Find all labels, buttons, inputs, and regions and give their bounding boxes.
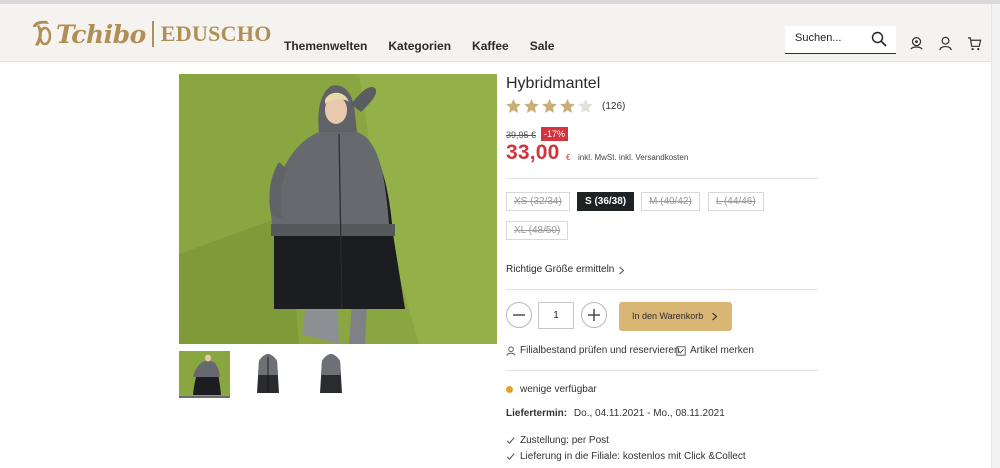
nav-kategorien[interactable]: Kategorien (388, 39, 451, 53)
chevron-right-icon (712, 312, 718, 321)
size-option-l[interactable]: L (44/46) (708, 192, 764, 211)
site-header: Tchibo EDUSCHO Themenwelten Kategorien K… (0, 4, 1000, 62)
nav-kaffee[interactable]: Kaffee (472, 39, 509, 53)
wishlist-label: Artikel merken (690, 345, 754, 356)
divider (506, 178, 818, 179)
search-box (785, 26, 896, 54)
logo[interactable]: Tchibo EDUSCHO (30, 16, 272, 52)
review-count[interactable]: (126) (602, 101, 625, 112)
size-option-m[interactable]: M (40/42) (641, 192, 700, 211)
current-price: 33,00 (506, 141, 560, 164)
quantity-increase-button[interactable] (581, 302, 607, 328)
checkbox-icon (676, 345, 686, 356)
nav-themenwelten[interactable]: Themenwelten (284, 39, 367, 53)
minus-icon (513, 314, 525, 316)
discount-badge: -17% (541, 127, 569, 141)
store-stock-link[interactable]: Filialbestand prüfen und reservieren (506, 345, 680, 356)
product-main-image[interactable] (179, 74, 497, 344)
wishlist-link[interactable]: Artikel merken (676, 345, 754, 356)
thumbnail-model[interactable] (179, 351, 230, 398)
price-note: inkl. MwSt. inkl. Versandkosten (578, 153, 689, 162)
add-to-cart-label: In den Warenkorb (632, 311, 704, 321)
store-locator-icon[interactable] (909, 36, 924, 51)
size-option-xl[interactable]: XL (48/50) (506, 221, 569, 240)
product-title: Hybridmantel (506, 75, 601, 92)
store-person-icon (506, 346, 516, 356)
account-icon[interactable] (938, 36, 953, 51)
chevron-right-icon (619, 266, 625, 275)
page-scrollbar[interactable] (991, 4, 1000, 468)
tchibo-bean-icon (30, 19, 52, 49)
size-option-xs[interactable]: XS (32/34) (506, 192, 570, 211)
star-empty-icon (578, 99, 593, 113)
availability-status: wenige verfügbar (506, 384, 597, 395)
quantity-input[interactable]: 1 (538, 302, 574, 329)
divider (506, 370, 818, 371)
shipping-option: Lieferung in die Filiale: kostenlos mit … (506, 451, 746, 462)
search-input[interactable] (795, 32, 869, 44)
star-full-icon (560, 99, 575, 113)
star-full-icon (524, 99, 539, 113)
logo-tchibo: Tchibo (56, 19, 146, 49)
divider (506, 289, 818, 290)
plus-icon (588, 309, 600, 321)
delivery-date: Liefertermin: Do., 04.11.2021 - Mo., 08.… (506, 408, 725, 419)
delivery-dates: Do., 04.11.2021 - Mo., 08.11.2021 (573, 408, 725, 419)
old-price: 39,95 € (506, 130, 537, 140)
logo-divider (151, 21, 154, 47)
availability-dot (506, 386, 513, 393)
shipping-option: Zustellung: per Post (506, 435, 609, 446)
star-full-icon (506, 99, 521, 113)
rating-stars[interactable]: (126) (506, 99, 625, 113)
thumbnail-strip (179, 351, 356, 398)
logo-eduscho: EDUSCHO (160, 21, 272, 46)
size-option-s[interactable]: S (36/38) (577, 192, 635, 211)
main-nav: Themenwelten Kategorien Kaffee Sale (284, 39, 554, 53)
shipping-option-label: Zustellung: per Post (520, 435, 609, 446)
cart-icon[interactable] (967, 36, 982, 51)
price-currency: € (566, 153, 571, 162)
thumbnail-coat-back[interactable] (305, 351, 356, 396)
checkmark-icon (506, 437, 515, 444)
size-guide-link[interactable]: Richtige Größe ermitteln (506, 264, 614, 275)
star-full-icon (542, 99, 557, 113)
checkmark-icon (506, 453, 515, 460)
thumbnail-coat-front[interactable] (242, 351, 293, 396)
nav-sale[interactable]: Sale (530, 39, 555, 53)
store-stock-label: Filialbestand prüfen und reservieren (520, 345, 680, 356)
delivery-label: Liefertermin: (506, 408, 568, 419)
availability-label: wenige verfügbar (520, 384, 597, 395)
quantity-decrease-button[interactable] (506, 302, 532, 328)
search-icon[interactable] (871, 31, 887, 47)
shipping-option-label: Lieferung in die Filiale: kostenlos mit … (520, 451, 746, 462)
